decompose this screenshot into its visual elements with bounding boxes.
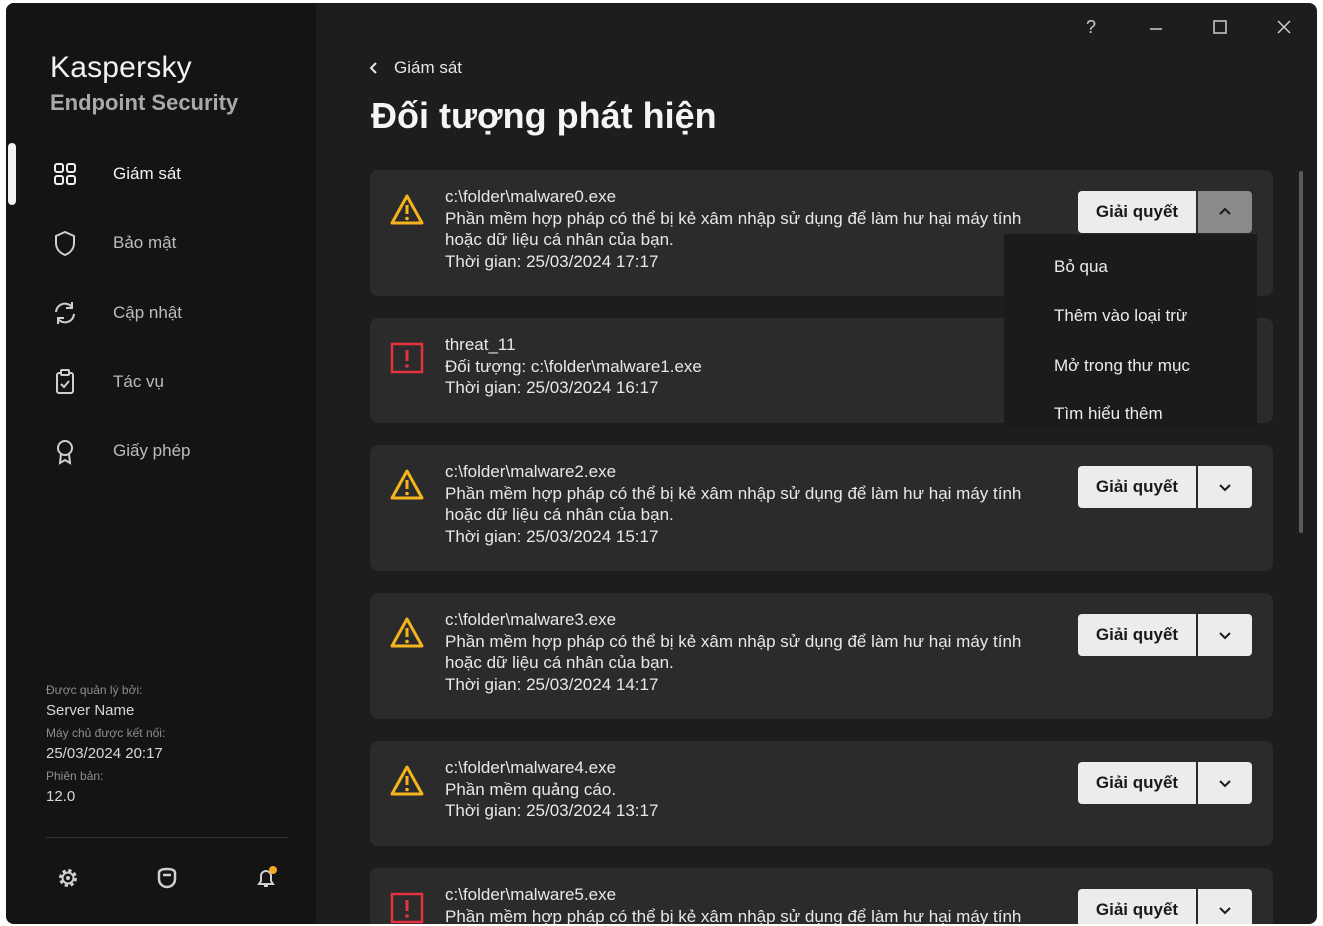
version-label: Phiên bản: — [46, 769, 104, 783]
detection-time: Thời gian: 25/03/2024 13:17 — [445, 801, 659, 820]
notifications-icon[interactable] — [253, 865, 279, 891]
sidebar-item-update[interactable]: Cập nhật — [6, 285, 316, 341]
server-connected-label: Máy chủ được kết nối: — [46, 726, 166, 740]
resolve-dropdown-menu: Bỏ qua Thêm vào loại trừ Mở trong thư mụ… — [1004, 234, 1257, 427]
detection-description: Phần mềm hợp pháp có thể bị kẻ xâm nhập … — [445, 208, 1022, 228]
brand-name: Kaspersky — [50, 51, 192, 84]
license-award-icon — [57, 440, 73, 465]
scrollbar[interactable] — [1299, 171, 1303, 533]
shield-icon — [55, 230, 75, 257]
resolve-menu-toggle[interactable] — [1198, 614, 1252, 656]
managed-by-value: Server Name — [46, 702, 135, 719]
detection-description: Phần mềm quảng cáo. — [445, 779, 617, 799]
resolve-button[interactable]: Giải quyết — [1078, 466, 1196, 508]
sidebar-item-label: Cập nhật — [113, 303, 182, 322]
detection-description-cont: hoặc dữ liệu cá nhân của bạn. — [445, 230, 674, 249]
detection-object: c:\folder\malware4.exe — [445, 758, 617, 777]
back-link-label: Giám sát — [394, 58, 463, 77]
resolve-button[interactable]: Giải quyết — [1078, 191, 1196, 233]
chevron-down-icon — [1219, 907, 1231, 915]
detection-object: c:\folder\malware2.exe — [445, 462, 617, 481]
managed-by-label: Được quản lý bởi: — [46, 683, 143, 697]
warning-icon — [390, 194, 424, 225]
critical-alert-icon — [390, 892, 424, 924]
detection-card: c:\folder\malware2.exe Phần mềm hợp pháp… — [370, 445, 1273, 571]
product-name: Endpoint Security — [50, 90, 239, 115]
menu-item-skip[interactable]: Bỏ qua — [1054, 257, 1108, 277]
resolve-button[interactable]: Giải quyết — [1078, 889, 1196, 924]
resolve-button[interactable]: Giải quyết — [1078, 614, 1196, 656]
detection-description: Đối tượng: c:\folder\malware1.exe — [445, 356, 702, 376]
sidebar-item-label: Tác vụ — [113, 372, 165, 391]
resolve-menu-toggle[interactable] — [1198, 191, 1252, 233]
chevron-down-icon — [1219, 484, 1231, 492]
detection-time: Thời gian: 25/03/2024 17:17 — [445, 251, 659, 271]
sidebar-item-security[interactable]: Bảo mật — [6, 215, 316, 271]
critical-alert-icon — [390, 342, 424, 374]
warning-icon — [390, 469, 424, 500]
sidebar-item-license[interactable]: Giấy phép — [6, 423, 316, 479]
sidebar-item-label: Giấy phép — [113, 441, 191, 460]
sidebar: Kaspersky Endpoint Security Giám sát Bảo… — [6, 3, 316, 924]
menu-item-add-exclusion[interactable]: Thêm vào loại trừ — [1054, 306, 1187, 326]
chevron-up-icon — [1219, 207, 1231, 215]
chevron-left-icon — [369, 62, 377, 74]
resolve-button[interactable]: Giải quyết — [1078, 762, 1196, 804]
resolve-menu-toggle[interactable] — [1198, 466, 1252, 508]
sidebar-item-monitoring[interactable]: Giám sát — [6, 146, 316, 202]
detection-card: c:\folder\malware4.exe Phần mềm quảng cá… — [370, 741, 1273, 846]
page-title: Đối tượng phát hiện — [371, 95, 717, 136]
detection-time: Thời gian: 25/03/2024 14:17 — [445, 674, 659, 694]
maximize-icon[interactable] — [1206, 13, 1234, 41]
chevron-down-icon — [1219, 632, 1231, 640]
back-link[interactable]: Giám sát — [368, 55, 462, 81]
sidebar-item-label: Bảo mật — [113, 233, 177, 252]
resolve-menu-toggle[interactable] — [1198, 889, 1252, 924]
detection-object: c:\folder\malware3.exe — [445, 610, 617, 629]
refresh-icon — [55, 302, 75, 324]
detection-object: c:\folder\malware0.exe — [445, 187, 617, 206]
chevron-down-icon — [1219, 780, 1231, 788]
help-button[interactable]: ? — [1077, 13, 1105, 41]
detection-time: Thời gian: 25/03/2024 16:17 — [445, 378, 659, 397]
dashboard-icon — [54, 163, 76, 185]
detection-description: Phần mềm hợp pháp có thể bị kẻ xâm nhập … — [445, 906, 1022, 925]
support-icon[interactable] — [154, 865, 180, 891]
minimize-icon[interactable] — [1142, 13, 1170, 41]
sidebar-item-tasks[interactable]: Tác vụ — [6, 354, 316, 410]
detection-card: c:\folder\malware3.exe Phần mềm hợp pháp… — [370, 593, 1273, 719]
sidebar-item-label: Giám sát — [113, 164, 182, 183]
detection-description: Phần mềm hợp pháp có thể bị kẻ xâm nhập … — [445, 483, 1022, 503]
warning-icon — [390, 765, 424, 796]
detection-description-cont: hoặc dữ liệu cá nhân của bạn. — [445, 505, 674, 524]
detection-description: Phần mềm hợp pháp có thể bị kẻ xâm nhập … — [445, 631, 1022, 651]
resolve-menu-toggle[interactable] — [1198, 762, 1252, 804]
clipboard-check-icon — [56, 369, 74, 394]
detection-object: threat_11 — [445, 335, 516, 354]
detection-object: c:\folder\malware5.exe — [445, 885, 617, 904]
close-icon[interactable] — [1270, 13, 1298, 41]
detection-time: Thời gian: 25/03/2024 15:17 — [445, 526, 659, 546]
menu-item-learn-more[interactable]: Tìm hiểu thêm — [1054, 404, 1163, 424]
detection-card: c:\folder\malware5.exe Phần mềm hợp pháp… — [370, 868, 1273, 924]
app-window: Kaspersky Endpoint Security Giám sát Bảo… — [6, 3, 1317, 924]
detection-description-cont: hoặc dữ liệu cá nhân của bạn. — [445, 653, 674, 672]
menu-item-open-folder[interactable]: Mở trong thư mục — [1054, 356, 1190, 376]
version-value: 12.0 — [46, 788, 76, 805]
sidebar-divider — [46, 837, 288, 838]
settings-icon[interactable] — [55, 865, 81, 891]
warning-icon — [390, 617, 424, 648]
server-connected-value: 25/03/2024 20:17 — [46, 745, 163, 762]
